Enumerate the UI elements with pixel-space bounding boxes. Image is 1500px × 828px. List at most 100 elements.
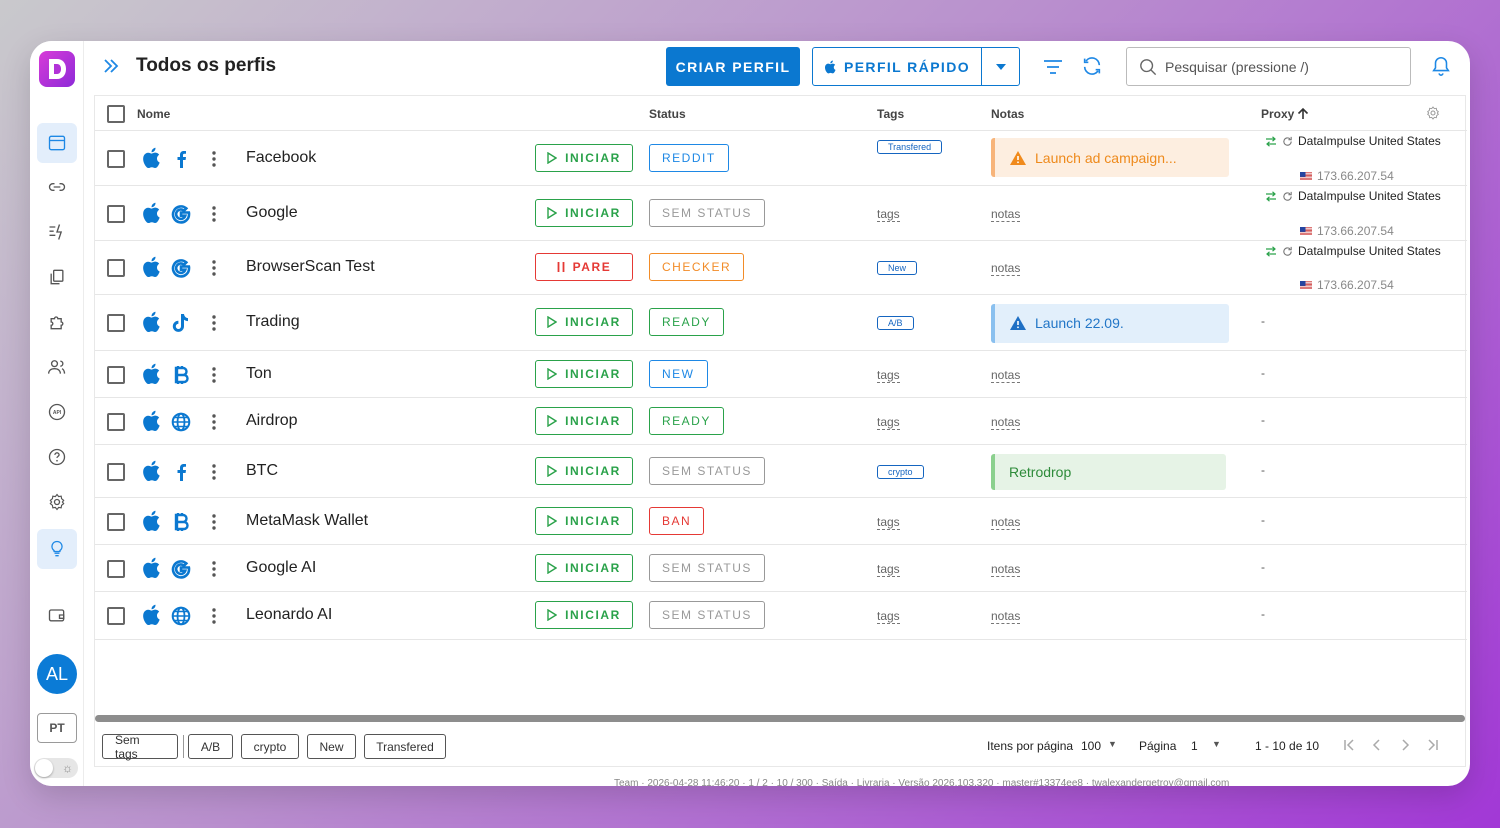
tags-placeholder[interactable]: tags bbox=[877, 415, 900, 430]
quick-profile-dropdown[interactable] bbox=[982, 48, 1020, 85]
filter-icon[interactable] bbox=[1042, 56, 1064, 78]
column-proxy[interactable]: Proxy bbox=[1261, 107, 1294, 121]
row-checkbox[interactable] bbox=[107, 512, 125, 531]
create-profile-button[interactable]: CRIAR PERFIL bbox=[666, 47, 800, 86]
page-select[interactable]: 1 bbox=[1191, 739, 1198, 753]
notes-placeholder[interactable]: notas bbox=[991, 562, 1021, 577]
user-avatar[interactable]: AL bbox=[37, 654, 77, 694]
table-row[interactable]: BrowserScan Test PARE CHECKER New notas DataI… bbox=[95, 241, 1467, 295]
more-vertical-icon[interactable] bbox=[211, 463, 217, 481]
notes-placeholder[interactable]: notas bbox=[991, 207, 1021, 222]
row-checkbox[interactable] bbox=[107, 559, 125, 578]
theme-toggle[interactable]: ☼ bbox=[34, 758, 78, 778]
more-vertical-icon[interactable] bbox=[211, 366, 217, 384]
sidebar-item-team[interactable] bbox=[37, 347, 77, 387]
more-vertical-icon[interactable] bbox=[211, 205, 217, 223]
reload-icon[interactable] bbox=[1282, 191, 1293, 202]
start-button[interactable]: INICIAR bbox=[535, 308, 633, 336]
language-switch[interactable]: PT bbox=[37, 713, 77, 743]
start-button[interactable]: INICIAR bbox=[535, 601, 633, 629]
row-checkbox[interactable] bbox=[107, 149, 125, 168]
notes-placeholder[interactable]: notas bbox=[991, 262, 1021, 276]
horizontal-scrollbar[interactable] bbox=[95, 715, 1465, 722]
tag-chip[interactable]: Transfered bbox=[877, 140, 943, 154]
column-settings-icon[interactable] bbox=[1425, 105, 1441, 121]
rotate-proxy-icon[interactable] bbox=[1265, 135, 1277, 147]
more-vertical-icon[interactable] bbox=[211, 150, 217, 168]
more-vertical-icon[interactable] bbox=[211, 513, 217, 531]
profile-name[interactable]: Google bbox=[246, 204, 298, 222]
profile-name[interactable]: Airdrop bbox=[246, 412, 298, 430]
table-row[interactable]: Google AI INICIAR SEM STATUS tags notas - bbox=[95, 545, 1467, 592]
table-row[interactable]: Google INICIAR SEM STATUS tags notas DataImpu… bbox=[95, 186, 1467, 241]
sidebar-item-wallet[interactable] bbox=[37, 595, 77, 635]
status-badge[interactable]: CHECKER bbox=[649, 253, 745, 281]
sidebar-item-ideas[interactable] bbox=[37, 529, 77, 569]
search-input[interactable] bbox=[1165, 56, 1405, 78]
stop-button[interactable]: PARE bbox=[535, 253, 633, 281]
sidebar-item-help[interactable] bbox=[37, 437, 77, 477]
row-checkbox[interactable] bbox=[107, 314, 125, 332]
table-row[interactable]: BTC INICIAR SEM STATUS crypto Retrodrop - bbox=[95, 445, 1467, 498]
notes-placeholder[interactable]: notas bbox=[991, 415, 1021, 430]
row-checkbox[interactable] bbox=[107, 365, 125, 384]
tag-filter-chip[interactable]: Transfered bbox=[364, 734, 446, 759]
row-checkbox[interactable] bbox=[107, 259, 125, 277]
column-tags[interactable]: Tags bbox=[877, 107, 904, 121]
profile-name[interactable]: Ton bbox=[246, 365, 272, 383]
sidebar-item-profiles[interactable] bbox=[37, 123, 77, 163]
tags-placeholder[interactable]: tags bbox=[877, 207, 900, 222]
proxy-info[interactable]: DataImpulse United States bbox=[1265, 189, 1441, 203]
start-button[interactable]: INICIAR bbox=[535, 506, 633, 535]
status-badge[interactable]: SEM STATUS bbox=[649, 553, 765, 582]
tags-placeholder[interactable]: tags bbox=[877, 515, 900, 530]
caret-down-icon[interactable]: ▼ bbox=[1212, 739, 1221, 749]
bell-icon[interactable] bbox=[1430, 55, 1452, 77]
status-badge[interactable]: READY bbox=[649, 308, 724, 336]
tags-placeholder[interactable]: tags bbox=[877, 610, 900, 624]
prev-page-icon[interactable] bbox=[1369, 737, 1385, 753]
tag-chip[interactable]: A/B bbox=[877, 316, 914, 330]
row-checkbox[interactable] bbox=[107, 204, 125, 223]
column-name[interactable]: Nome bbox=[137, 107, 170, 121]
tag-chip[interactable]: New bbox=[877, 261, 918, 275]
tag-filter-chip[interactable]: Sem tags bbox=[102, 733, 178, 761]
tags-placeholder[interactable]: tags bbox=[877, 368, 900, 383]
sidebar-item-api[interactable]: API bbox=[37, 392, 77, 432]
proxy-info[interactable]: DataImpulse United States bbox=[1265, 244, 1441, 258]
status-badge[interactable]: REDDIT bbox=[649, 143, 729, 172]
start-button[interactable]: INICIAR bbox=[535, 553, 633, 582]
tag-filter-chip[interactable]: A/B bbox=[188, 734, 233, 759]
more-vertical-icon[interactable] bbox=[211, 259, 217, 277]
profile-name[interactable]: Google AI bbox=[246, 559, 316, 577]
table-row[interactable]: MetaMask Wallet INICIAR BAN tags notas - bbox=[95, 498, 1467, 545]
note[interactable]: Launch ad campaign... bbox=[991, 138, 1229, 177]
profile-name[interactable]: Leonardo AI bbox=[246, 606, 332, 624]
notes-placeholder[interactable]: notas bbox=[991, 515, 1021, 530]
sidebar-item-automation[interactable] bbox=[37, 212, 77, 252]
profile-name[interactable]: MetaMask Wallet bbox=[246, 512, 368, 530]
items-per-page-select[interactable]: 100 bbox=[1081, 739, 1101, 753]
start-button[interactable]: INICIAR bbox=[535, 406, 633, 435]
rotate-proxy-icon[interactable] bbox=[1265, 245, 1277, 257]
profile-name[interactable]: Facebook bbox=[246, 149, 316, 167]
refresh-icon[interactable] bbox=[1081, 55, 1103, 77]
quick-profile-main[interactable]: PERFIL RÁPIDO bbox=[813, 48, 981, 85]
reload-icon[interactable] bbox=[1282, 246, 1293, 257]
notes-placeholder[interactable]: notas bbox=[991, 368, 1021, 383]
table-row[interactable]: Airdrop INICIAR READY tags notas - bbox=[95, 398, 1467, 445]
status-badge[interactable]: SEM STATUS bbox=[649, 601, 765, 629]
sidebar-item-extensions[interactable] bbox=[37, 302, 77, 342]
select-all-checkbox[interactable] bbox=[107, 105, 125, 123]
row-checkbox[interactable] bbox=[107, 412, 125, 431]
proxy-info[interactable]: DataImpulse United States bbox=[1265, 134, 1441, 148]
double-chevron-right-icon[interactable] bbox=[102, 57, 120, 75]
app-logo[interactable] bbox=[39, 51, 75, 87]
more-vertical-icon[interactable] bbox=[211, 413, 217, 431]
profile-name[interactable]: BTC bbox=[246, 462, 278, 480]
column-notes[interactable]: Notas bbox=[991, 107, 1024, 121]
note[interactable]: Retrodrop bbox=[991, 453, 1226, 490]
notes-placeholder[interactable]: notas bbox=[991, 610, 1021, 624]
table-row[interactable]: Trading INICIAR READY A/B Launch 22.09. - bbox=[95, 295, 1467, 351]
more-vertical-icon[interactable] bbox=[211, 314, 217, 332]
